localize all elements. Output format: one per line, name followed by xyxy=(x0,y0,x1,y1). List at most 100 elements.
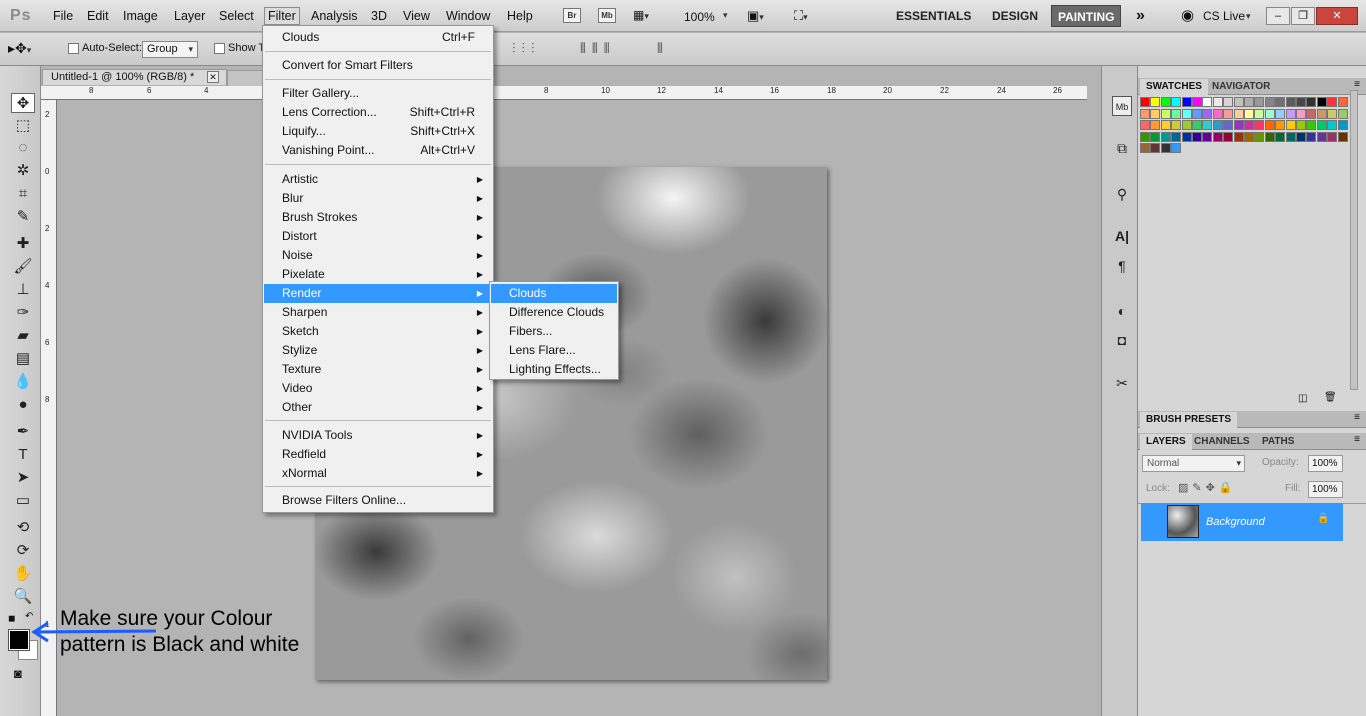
quick-select-tool-icon[interactable]: ✲ xyxy=(11,161,35,181)
tab-layers[interactable]: LAYERS xyxy=(1140,434,1192,450)
swatch-cell[interactable] xyxy=(1140,108,1150,119)
swatch-cell[interactable] xyxy=(1202,108,1213,119)
swatch-cell[interactable] xyxy=(1296,120,1306,130)
tab-channels[interactable]: CHANNELS xyxy=(1188,434,1256,450)
swatch-cell[interactable] xyxy=(1275,97,1286,107)
swatch-cell[interactable] xyxy=(1275,108,1286,119)
swatch-cell[interactable] xyxy=(1306,97,1317,107)
swatch-cell[interactable] xyxy=(1150,131,1161,142)
swatch-cell[interactable] xyxy=(1296,131,1306,142)
menu-edit[interactable]: Edit xyxy=(87,9,109,23)
filter-menu-item[interactable]: Texture ▶ xyxy=(264,360,492,379)
lasso-tool-icon[interactable]: ◌ xyxy=(11,138,35,158)
filter-menu-item[interactable]: Lens Correction... Shift+Ctrl+R xyxy=(264,103,492,122)
workspace-design[interactable]: DESIGN xyxy=(986,5,1044,27)
swatch-cell[interactable] xyxy=(1181,120,1192,130)
menu-window[interactable]: Window xyxy=(446,9,490,23)
tab-paths[interactable]: PATHS xyxy=(1256,434,1300,450)
swatch-cell[interactable] xyxy=(1327,108,1338,119)
filter-menu-item[interactable]: Pixelate ▶ xyxy=(264,265,492,284)
swatch-cell[interactable] xyxy=(1202,131,1213,142)
swatch-cell[interactable] xyxy=(1202,97,1213,107)
swatch-cell[interactable] xyxy=(1254,97,1265,107)
filter-menu-item[interactable]: Noise ▶ xyxy=(264,246,492,265)
clone-stamp-tool-icon[interactable]: ⊥ xyxy=(11,280,35,300)
menu-image[interactable]: Image xyxy=(123,9,158,23)
history-brush-tool-icon[interactable]: ✑ xyxy=(11,303,35,323)
filter-menu-item[interactable]: Vanishing Point... Alt+Ctrl+V xyxy=(264,141,492,160)
swatch-cell[interactable] xyxy=(1264,131,1275,142)
swatch-cell[interactable] xyxy=(1327,97,1338,107)
eraser-tool-icon[interactable]: ▰ xyxy=(11,326,35,346)
type-tool-icon[interactable]: T xyxy=(11,445,35,465)
swatch-cell[interactable] xyxy=(1306,131,1317,142)
filter-menu-item[interactable]: Sharpen ▶ xyxy=(264,303,492,322)
swatch-cell[interactable] xyxy=(1150,120,1161,130)
swatch-cell[interactable] xyxy=(1233,108,1244,119)
swatch-cell[interactable] xyxy=(1285,108,1296,119)
swatch-cell[interactable] xyxy=(1254,120,1265,130)
swatch-cell[interactable] xyxy=(1264,108,1275,119)
pen-tool-icon[interactable]: ✒ xyxy=(11,422,35,442)
swatch-cell[interactable] xyxy=(1233,120,1244,130)
filter-menu-item[interactable]: Sketch ▶ xyxy=(264,322,492,341)
swatch-cell[interactable] xyxy=(1202,120,1213,130)
swatch-cell[interactable] xyxy=(1337,131,1348,142)
filter-menu-item[interactable]: Brush Strokes ▶ xyxy=(264,208,492,227)
filter-menu-item[interactable]: Video ▶ xyxy=(264,379,492,398)
move-tool-preset-icon[interactable]: ▸✥▾ xyxy=(8,40,31,57)
swatch-cell[interactable] xyxy=(1296,97,1306,107)
swatch-cell[interactable] xyxy=(1192,108,1202,119)
close-tab-icon[interactable]: ✕ xyxy=(207,71,219,83)
render-item-lighting-effects[interactable]: Lighting Effects... xyxy=(491,360,617,379)
hand-tool-icon[interactable]: ✋ xyxy=(11,564,35,584)
eyedropper-tool-icon[interactable]: ✎ xyxy=(11,207,35,227)
render-item-difference-clouds[interactable]: Difference Clouds xyxy=(491,303,617,322)
swatch-cell[interactable] xyxy=(1160,97,1171,107)
swatch-cell[interactable] xyxy=(1212,97,1223,107)
swatch-cell[interactable] xyxy=(1171,120,1182,130)
align-icons[interactable]: ⫶⫶⫶ xyxy=(512,40,541,57)
filter-menu-item[interactable]: Distort ▶ xyxy=(264,227,492,246)
menu-analysis[interactable]: Analysis xyxy=(311,9,358,23)
swatch-cell[interactable] xyxy=(1171,143,1182,153)
swatch-cell[interactable] xyxy=(1171,97,1182,107)
view-extras-icon[interactable]: ▦▾ xyxy=(633,8,663,24)
swatch-cell[interactable] xyxy=(1171,108,1182,119)
swatch-cell[interactable] xyxy=(1275,131,1286,142)
lock-icons[interactable]: ▨✎✥🔒 xyxy=(1178,481,1237,494)
menu-filter[interactable]: Filter xyxy=(264,7,300,25)
swatch-cell[interactable] xyxy=(1264,120,1275,130)
zoom-tool-icon[interactable]: 🔍 xyxy=(11,587,35,607)
render-item-clouds[interactable]: Clouds xyxy=(491,284,617,303)
filter-menu-item-selected[interactable]: Render ▶ xyxy=(264,284,492,303)
show-transform-checkbox[interactable] xyxy=(214,43,225,54)
workspace-painting[interactable]: PAINTING xyxy=(1051,5,1122,27)
menu-file[interactable]: File xyxy=(53,9,73,23)
swatch-cell[interactable] xyxy=(1244,120,1254,130)
filter-menu-item[interactable]: Browse Filters Online... xyxy=(264,491,492,510)
swatch-cell[interactable] xyxy=(1244,108,1254,119)
swatch-cell[interactable] xyxy=(1223,120,1234,130)
menu-select[interactable]: Select xyxy=(219,9,254,23)
move-tool-icon[interactable]: ✥ xyxy=(11,93,35,113)
delete-swatch-icon[interactable]: 🗑 xyxy=(1324,392,1337,403)
swatch-cell[interactable] xyxy=(1140,97,1150,107)
filter-menu-item[interactable]: Filter Gallery... xyxy=(264,84,492,103)
render-item-fibers[interactable]: Fibers... xyxy=(491,322,617,341)
swatch-cell[interactable] xyxy=(1264,97,1275,107)
swatch-cell[interactable] xyxy=(1316,108,1327,119)
menu-3d[interactable]: 3D xyxy=(371,9,387,23)
swatch-cell[interactable] xyxy=(1316,97,1327,107)
filter-menu-item[interactable]: Stylize ▶ xyxy=(264,341,492,360)
document-tab[interactable]: Untitled-1 @ 100% (RGB/8) * xyxy=(42,69,227,85)
cs-live-menu[interactable]: CS Live xyxy=(1203,9,1245,23)
swatch-cell[interactable] xyxy=(1285,131,1296,142)
swatch-cell[interactable] xyxy=(1254,131,1265,142)
3d-orbit-tool-icon[interactable]: ⟳ xyxy=(11,541,35,561)
cs-live-dropdown-icon[interactable]: ▾ xyxy=(1246,11,1251,22)
panel-menu-icon[interactable]: ≡ xyxy=(1354,79,1360,90)
tab-navigator[interactable]: NAVIGATOR xyxy=(1206,79,1276,95)
minimize-icon[interactable]: – xyxy=(1266,7,1290,25)
bridge-button[interactable]: Br xyxy=(563,8,581,23)
